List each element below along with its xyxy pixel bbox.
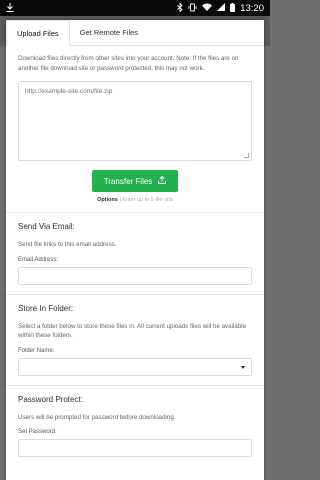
password-field[interactable] (18, 439, 252, 457)
bluetooth-icon (177, 1, 183, 14)
tab-label: Upload Files (17, 28, 59, 38)
url-textarea[interactable] (25, 88, 245, 154)
password-section-title: Password Protect: (18, 394, 83, 404)
wifi-icon (202, 3, 213, 13)
email-section: Send Via Email: Send file links to this … (18, 222, 252, 285)
options-link[interactable]: Options (97, 197, 118, 203)
email-section-description: Send file links to this email address. (18, 241, 117, 248)
divider (6, 293, 264, 295)
folder-section-title: Store In Folder: (18, 303, 74, 313)
upload-modal: Upload Files Get Remote Files Download f… (6, 20, 264, 480)
folder-field-label: Folder Name: (18, 347, 55, 354)
options-hint: Enter up to 5 file urls (122, 197, 173, 203)
signal-icon (217, 3, 226, 13)
tab-bar: Upload Files Get Remote Files (6, 20, 264, 46)
password-section-description: Users will be prompted for password befo… (18, 413, 176, 421)
folder-section-description: Select a folder below to store these fil… (18, 322, 247, 340)
options-row: Options | Enter up to 5 file urls (18, 197, 252, 203)
tab-label: Get Remote Files (79, 28, 139, 37)
email-section-title: Send Via Email: (18, 222, 75, 231)
transfer-files-label: Transfer Files (103, 176, 153, 186)
remote-description: Download files directly from other sites… (18, 55, 239, 72)
vibrate-icon (188, 3, 197, 14)
email-field[interactable] (18, 266, 252, 285)
resize-handle-icon[interactable] (244, 153, 249, 158)
download-icon (6, 2, 14, 14)
options-separator: | (119, 197, 121, 203)
password-section: Password Protect: Users will be prompted… (18, 394, 252, 457)
email-field-label: Email Address: (18, 256, 59, 263)
tab-upload-files[interactable]: Upload Files (6, 20, 70, 46)
divider (6, 384, 264, 386)
clock: 13:20 (240, 2, 264, 14)
battery-icon (230, 2, 236, 14)
folder-section: Store In Folder: Select a folder below t… (18, 304, 252, 376)
tab-get-remote-files[interactable]: Get Remote Files (70, 20, 149, 45)
divider (6, 212, 264, 213)
folder-select[interactable] (18, 357, 252, 376)
password-field-label: Set Password: (18, 429, 57, 435)
upload-icon (158, 175, 167, 186)
chevron-down-icon (241, 365, 245, 369)
status-bar: 13:20 (0, 0, 270, 16)
url-textarea-wrapper (18, 81, 252, 161)
transfer-files-button[interactable]: Transfer Files (92, 170, 178, 192)
remote-files-panel: Download files directly from other sites… (6, 46, 264, 457)
